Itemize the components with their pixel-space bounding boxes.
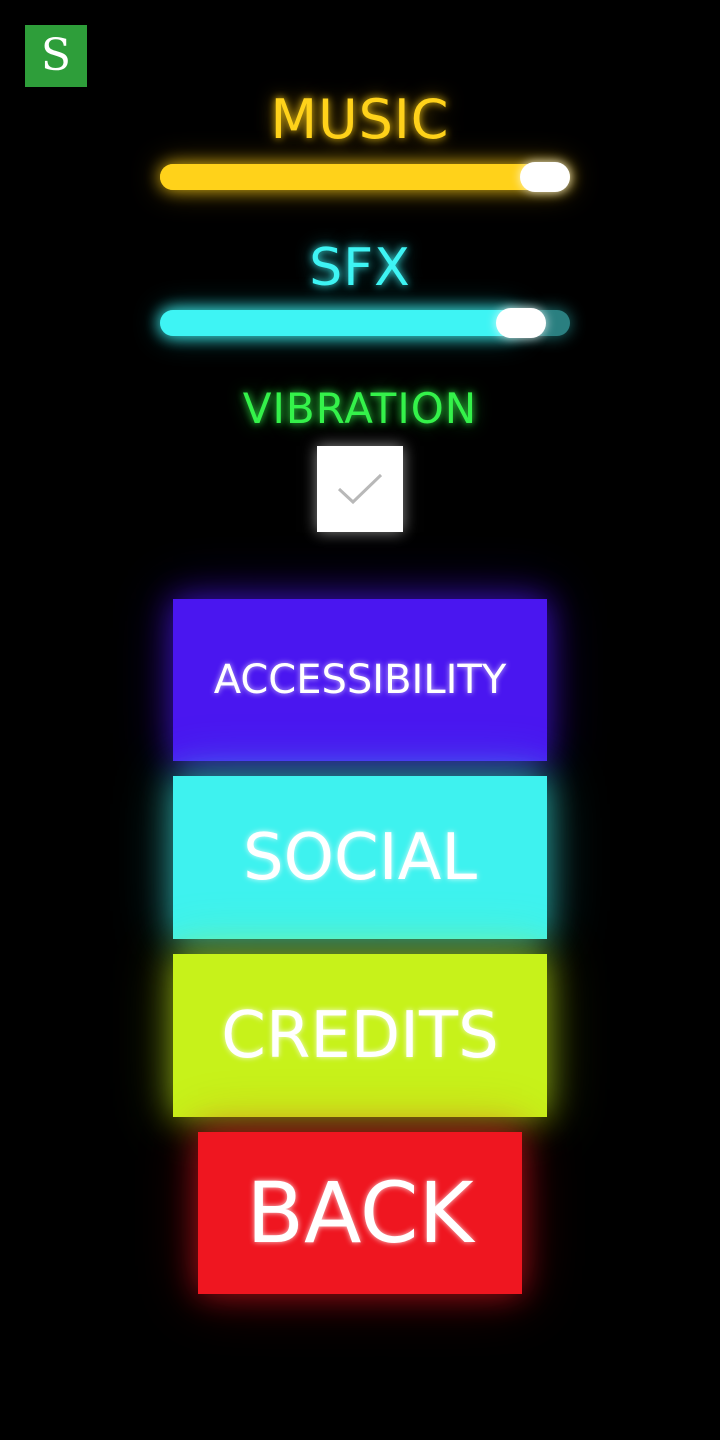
sfx-slider-handle[interactable] bbox=[495, 308, 546, 338]
sfx-slider[interactable] bbox=[160, 308, 570, 338]
settings-screen: S MUSIC SFX VIBRATION ACCESSIBILITY SOCI… bbox=[0, 0, 720, 1440]
credits-button-label: CREDITS bbox=[221, 998, 499, 1073]
back-button-label: BACK bbox=[246, 1164, 474, 1262]
sfx-label: SFX bbox=[309, 238, 411, 298]
music-slider[interactable] bbox=[160, 162, 570, 192]
music-label: MUSIC bbox=[270, 88, 450, 151]
vibration-label: VIBRATION bbox=[242, 384, 478, 433]
checkmark-icon bbox=[337, 473, 383, 505]
music-slider-handle[interactable] bbox=[520, 162, 570, 192]
accessibility-button[interactable]: ACCESSIBILITY bbox=[173, 599, 547, 761]
social-button[interactable]: SOCIAL bbox=[173, 776, 547, 939]
back-button[interactable]: BACK bbox=[198, 1132, 522, 1294]
app-badge-icon[interactable]: S bbox=[25, 25, 87, 87]
vibration-checkbox[interactable] bbox=[317, 446, 403, 532]
accessibility-button-label: ACCESSIBILITY bbox=[213, 657, 507, 703]
sfx-slider-fill bbox=[160, 310, 521, 336]
social-button-label: SOCIAL bbox=[243, 820, 477, 895]
app-badge-glyph: S bbox=[40, 30, 72, 81]
credits-button[interactable]: CREDITS bbox=[173, 954, 547, 1117]
music-slider-fill bbox=[160, 164, 545, 190]
